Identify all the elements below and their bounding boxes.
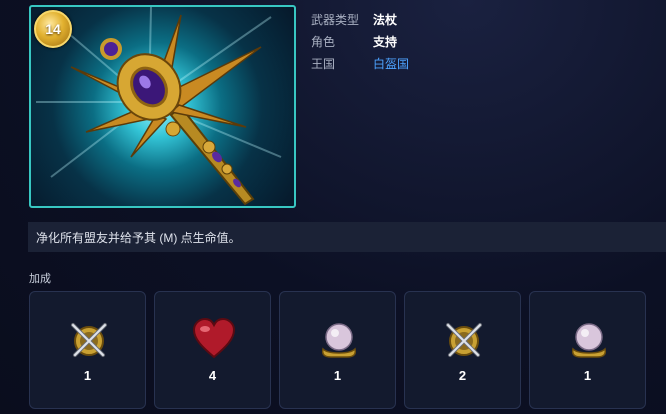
weapon-info: 武器类型 法杖 角色 支持 王国 白盔国 bbox=[311, 8, 409, 74]
info-row-kingdom: 王国 白盔国 bbox=[311, 52, 409, 74]
crystal-orb-icon bbox=[321, 323, 357, 358]
info-row-role: 角色 支持 bbox=[311, 30, 409, 52]
scepter-icon bbox=[36, 7, 282, 206]
bonus-card[interactable]: 2 bbox=[404, 291, 521, 409]
info-value: 支持 bbox=[373, 34, 398, 49]
bonus-card[interactable]: 1 bbox=[29, 291, 146, 409]
info-label: 王国 bbox=[311, 56, 336, 71]
bonus-value: 1 bbox=[583, 368, 592, 383]
level-badge: 14 bbox=[34, 10, 72, 48]
heart-icon bbox=[192, 317, 236, 359]
bonus-title: 加成 bbox=[29, 273, 51, 285]
bonus-value: 1 bbox=[83, 368, 92, 383]
kingdom-link[interactable]: 白盔国 bbox=[373, 55, 409, 72]
bonus-card[interactable]: 4 bbox=[154, 291, 271, 409]
info-row-weapon-type: 武器类型 法杖 bbox=[311, 8, 409, 30]
skill-description: 净化所有盟友并给予其 (M) 点生命值。 bbox=[28, 222, 666, 252]
info-label: 武器类型 bbox=[311, 12, 360, 27]
crossed-swords-shield-icon bbox=[446, 323, 482, 357]
crystal-orb-icon bbox=[571, 323, 607, 358]
bonus-card[interactable]: 1 bbox=[279, 291, 396, 409]
description-text: 净化所有盟友并给予其 (M) 点生命值。 bbox=[36, 230, 241, 245]
weapon-image: 14 bbox=[29, 5, 296, 208]
info-label: 角色 bbox=[311, 34, 336, 49]
crossed-swords-shield-icon bbox=[71, 323, 107, 357]
bonus-value: 2 bbox=[458, 368, 467, 383]
bonus-card[interactable]: 1 bbox=[529, 291, 646, 409]
info-value: 法杖 bbox=[373, 12, 398, 27]
bonus-value: 1 bbox=[333, 368, 342, 383]
bonus-value: 4 bbox=[208, 368, 217, 383]
